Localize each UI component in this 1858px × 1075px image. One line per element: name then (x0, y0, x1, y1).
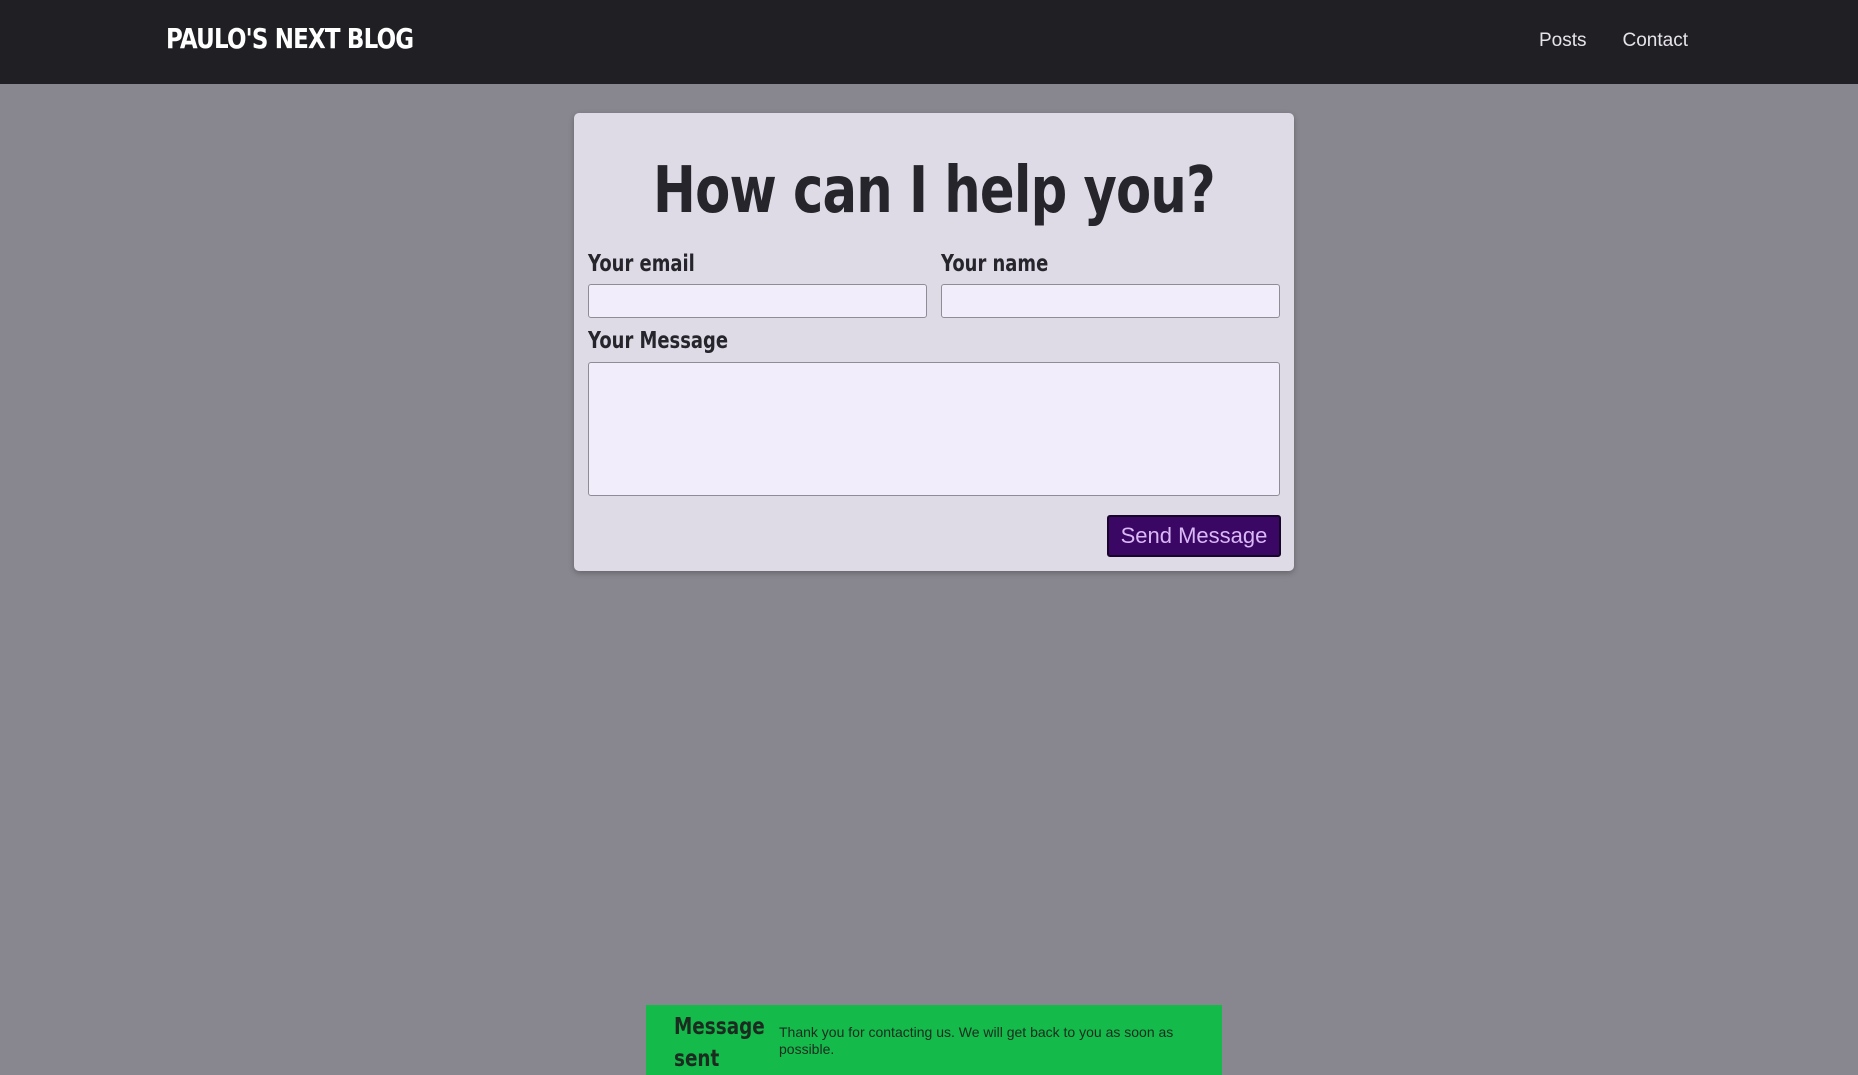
email-field[interactable] (588, 284, 927, 318)
main-nav: Posts Contact (1539, 30, 1688, 52)
name-label: Your name (941, 251, 1049, 277)
site-header: PAULO'S NEXT BLOG Posts Contact (0, 0, 1858, 84)
contact-form-card: How can I help you? Your email Your name… (574, 113, 1294, 571)
notification-toast: Message sent Thank you for contacting us… (646, 1005, 1222, 1075)
notification-title: Message sent (674, 1014, 765, 1072)
send-message-button[interactable]: Send Message (1107, 515, 1281, 557)
name-field[interactable] (941, 284, 1280, 318)
site-logo[interactable]: PAULO'S NEXT BLOG (166, 22, 414, 55)
message-textarea[interactable] (588, 362, 1280, 496)
page-title: How can I help you? (653, 154, 1216, 228)
nav-link-posts[interactable]: Posts (1539, 30, 1587, 52)
message-label: Your Message (588, 328, 729, 354)
notification-message: Thank you for contacting us. We will get… (779, 1024, 1174, 1057)
nav-link-contact[interactable]: Contact (1623, 30, 1688, 52)
email-label: Your email (588, 251, 695, 277)
